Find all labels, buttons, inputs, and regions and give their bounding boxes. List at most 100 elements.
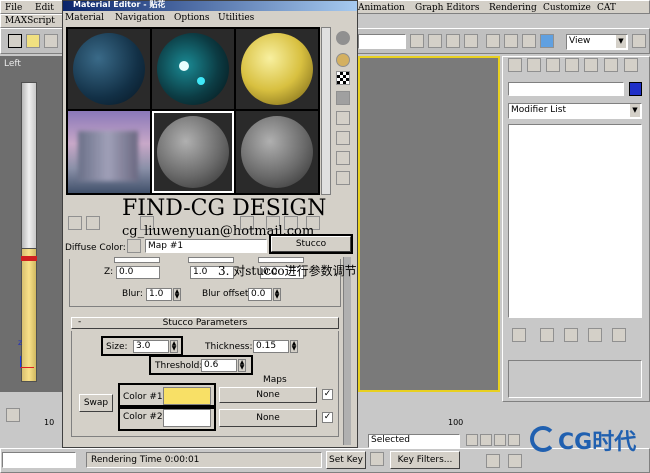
sample-slot-4[interactable] [68,111,150,193]
z-offset-spinner[interactable]: 0.0 [116,266,160,279]
next-frame-icon[interactable] [508,434,520,446]
stucco-rollout-title: Stucco Parameters [162,318,248,328]
map-name-field[interactable]: Map #1 [145,239,267,253]
background-checker-icon[interactable] [336,71,350,85]
menu-file[interactable]: File [5,3,22,13]
z-top-spinner[interactable] [114,257,160,263]
motion-tab-icon[interactable] [565,58,579,72]
menu-cat[interactable]: CAT [597,3,616,13]
pin-stack-icon[interactable] [512,328,526,342]
sample-slot-5[interactable] [152,111,234,193]
toolbar-undo-icon[interactable] [8,34,22,48]
sample-slot-1[interactable] [68,29,150,109]
stucco-rollout-header[interactable]: - Stucco Parameters [71,317,339,329]
object-name-field[interactable] [508,82,624,96]
color1-map-button[interactable]: None [219,387,317,403]
pan-icon[interactable] [508,454,522,468]
toolbar-material-editor-icon[interactable] [522,34,536,48]
modifier-stack[interactable] [508,124,642,318]
uv-tiling-icon[interactable] [336,91,350,105]
sample-type-sphere-icon[interactable] [336,31,350,45]
me-menu-utilities[interactable]: Utilities [218,13,254,23]
select-by-material-icon[interactable] [336,171,350,185]
make-unique-icon[interactable] [564,328,578,342]
selected-dropdown[interactable]: Selected [368,434,460,448]
material-editor-scrollbar[interactable] [343,257,351,445]
material-editor-titlebar[interactable]: Material Editor - 贴花 [63,0,357,11]
zoom-icon[interactable] [486,454,500,468]
get-material-icon[interactable] [68,216,82,230]
color1-map-checkbox[interactable]: ✓ [322,389,333,400]
toolbar-schematic-icon[interactable] [504,34,518,48]
toolbar-render-icon[interactable] [632,34,646,48]
prev-frame-icon[interactable] [480,434,492,446]
toolbar-render-setup-icon[interactable] [540,34,554,48]
toolbar-align-icon[interactable] [446,34,460,48]
menu-customize[interactable]: Customize [543,3,591,13]
options-icon[interactable] [336,151,350,165]
modify-tab-icon[interactable] [527,58,541,72]
key-filters-button[interactable]: Key Filters... [390,451,460,469]
thickness-spin-arrows[interactable]: ▲ ▼ [290,340,298,353]
blur-offset-spinner[interactable]: 0.0 [248,288,272,301]
blur-spin-arrows[interactable]: ▲ ▼ [173,288,181,301]
sample-slot-3[interactable] [236,29,318,109]
toolbar-select-region-icon[interactable] [26,34,40,48]
viewport-left[interactable]: Left z [0,56,62,392]
video-color-check-icon[interactable] [336,111,350,125]
size-highlight [101,336,183,356]
chevron-down-icon: ▼ [630,104,640,117]
menu-edit[interactable]: Edit [35,3,54,13]
backlight-icon[interactable] [336,53,350,67]
create-tab-icon[interactable] [508,58,522,72]
configure-modifier-icon[interactable] [612,328,626,342]
sample-slot-6[interactable] [236,111,318,193]
menu-maxscript[interactable]: MAXScript [5,16,55,26]
stack-controls [508,326,642,344]
toolbar-dropdown-left[interactable] [358,34,406,49]
put-to-scene-icon[interactable] [86,216,100,230]
color2-map-checkbox[interactable]: ✓ [322,412,333,423]
toolbar-curve-editor-icon[interactable] [486,34,500,48]
set-key-button[interactable]: Set Key [326,451,366,469]
blur-offset-spin-arrows[interactable]: ▲ ▼ [273,288,281,301]
track-bar-icon[interactable] [6,408,20,422]
thickness-spinner[interactable]: 0.15 [253,340,289,353]
toolbar-named-selection-icon[interactable] [410,34,424,48]
view-dropdown[interactable]: View ▼ [566,34,628,50]
swap-button[interactable]: Swap [79,394,113,412]
object-color-swatch[interactable] [629,82,642,96]
maxscript-listener[interactable] [2,452,76,468]
pick-material-icon[interactable] [127,239,141,253]
time-ruler[interactable]: 10 [0,404,62,430]
modifier-list-dropdown[interactable]: Modifier List ▼ [508,103,642,119]
menu-animation[interactable]: Animation [358,3,405,13]
play-icon[interactable] [494,434,506,446]
toolbar-layer-icon[interactable] [464,34,478,48]
go-to-start-icon[interactable] [466,434,478,446]
me-menu-options[interactable]: Options [174,13,209,23]
color2-map-button[interactable]: None [219,409,317,427]
remove-modifier-icon[interactable] [588,328,602,342]
toolbar-mirror-icon[interactable] [428,34,442,48]
menu-rendering[interactable]: Rendering [489,3,537,13]
me-menu-material[interactable]: Material [65,13,104,23]
sample-slot-2[interactable] [152,29,234,109]
utilities-tab-icon[interactable] [604,58,618,72]
toolbar-select-filter-icon[interactable] [44,34,58,48]
show-end-result-icon[interactable] [540,328,554,342]
threshold-highlight [149,355,253,375]
blur-spinner[interactable]: 1.0 [146,288,172,301]
cg-logo: CG时代 [528,418,648,468]
sample-sphere-teal-glass [157,33,229,105]
time-ruler-right[interactable]: 100 [358,404,506,430]
hammer-icon[interactable] [624,58,638,72]
sample-scrollbar[interactable] [321,27,331,195]
me-menu-navigation[interactable]: Navigation [115,13,165,23]
key-mode-icon[interactable] [370,452,384,466]
menu-graph-editors[interactable]: Graph Editors [415,3,479,13]
make-preview-icon[interactable] [336,131,350,145]
hierarchy-tab-icon[interactable] [546,58,560,72]
ruler-tick-100: 100 [448,418,464,427]
display-tab-icon[interactable] [584,58,598,72]
